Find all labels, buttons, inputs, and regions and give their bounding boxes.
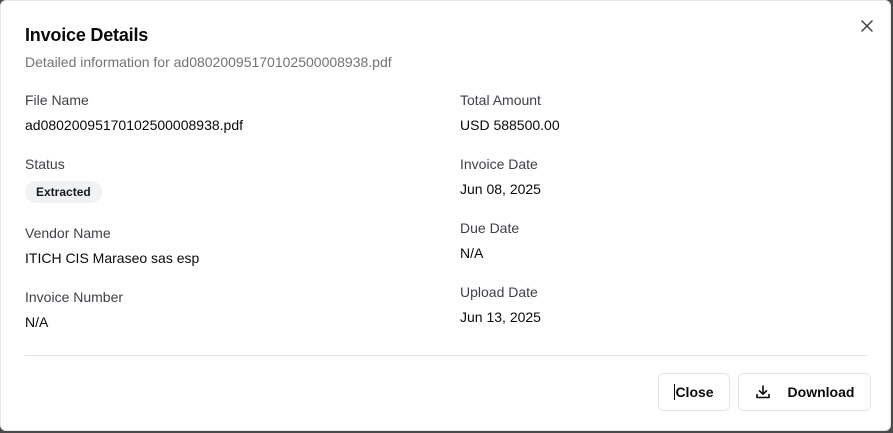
invoice-number-field: Invoice Number N/A: [25, 288, 425, 330]
upload-date-field: Upload Date Jun 13, 2025: [460, 283, 860, 325]
invoice-date-field: Invoice Date Jun 08, 2025: [460, 155, 860, 197]
vendor-name-label: Vendor Name: [25, 225, 111, 241]
status-label: Status: [25, 156, 65, 172]
download-icon: [755, 384, 771, 400]
status-badge: Extracted: [25, 181, 102, 203]
invoice-date-label: Invoice Date: [460, 156, 538, 172]
file-name-field: File Name ad080200951701025000089​38.pdf: [25, 91, 425, 133]
file-name-value: ad080200951701025000089​38.pdf: [25, 117, 244, 133]
upload-date-label: Upload Date: [460, 284, 538, 300]
invoice-number-label: Invoice Number: [25, 289, 124, 305]
upload-date-value: Jun 13, 2025: [460, 309, 541, 325]
total-amount-label: Total Amount: [460, 92, 541, 108]
download-button[interactable]: Download: [738, 373, 871, 411]
file-name-label: File Name: [25, 92, 89, 108]
invoice-date-value: Jun 08, 2025: [460, 181, 541, 197]
due-date-value: N/A: [460, 245, 484, 261]
due-date-field: Due Date N/A: [460, 219, 860, 261]
close-button[interactable]: Close: [658, 373, 730, 411]
invoice-details-dialog: Invoice Details Detailed information for…: [0, 0, 891, 431]
invoice-number-value: N/A: [25, 314, 49, 330]
vendor-name-value: ITICH CIS Maraseo sas esp: [25, 250, 200, 266]
dialog-title: Invoice Details: [25, 25, 149, 45]
total-amount-value: USD 588500.00: [460, 117, 560, 133]
close-button-label: Close: [675, 384, 714, 400]
dialog-subtitle: Detailed information for ad0802009517010…: [25, 54, 392, 70]
total-amount-field: Total Amount USD 588500.00: [460, 91, 860, 133]
footer-divider: [25, 355, 867, 356]
close-icon[interactable]: [856, 15, 878, 37]
due-date-label: Due Date: [460, 220, 520, 236]
download-button-label: Download: [787, 384, 855, 400]
status-field: Status Extracted: [25, 155, 425, 203]
vendor-name-field: Vendor Name ITICH CIS Maraseo sas esp: [25, 224, 425, 266]
